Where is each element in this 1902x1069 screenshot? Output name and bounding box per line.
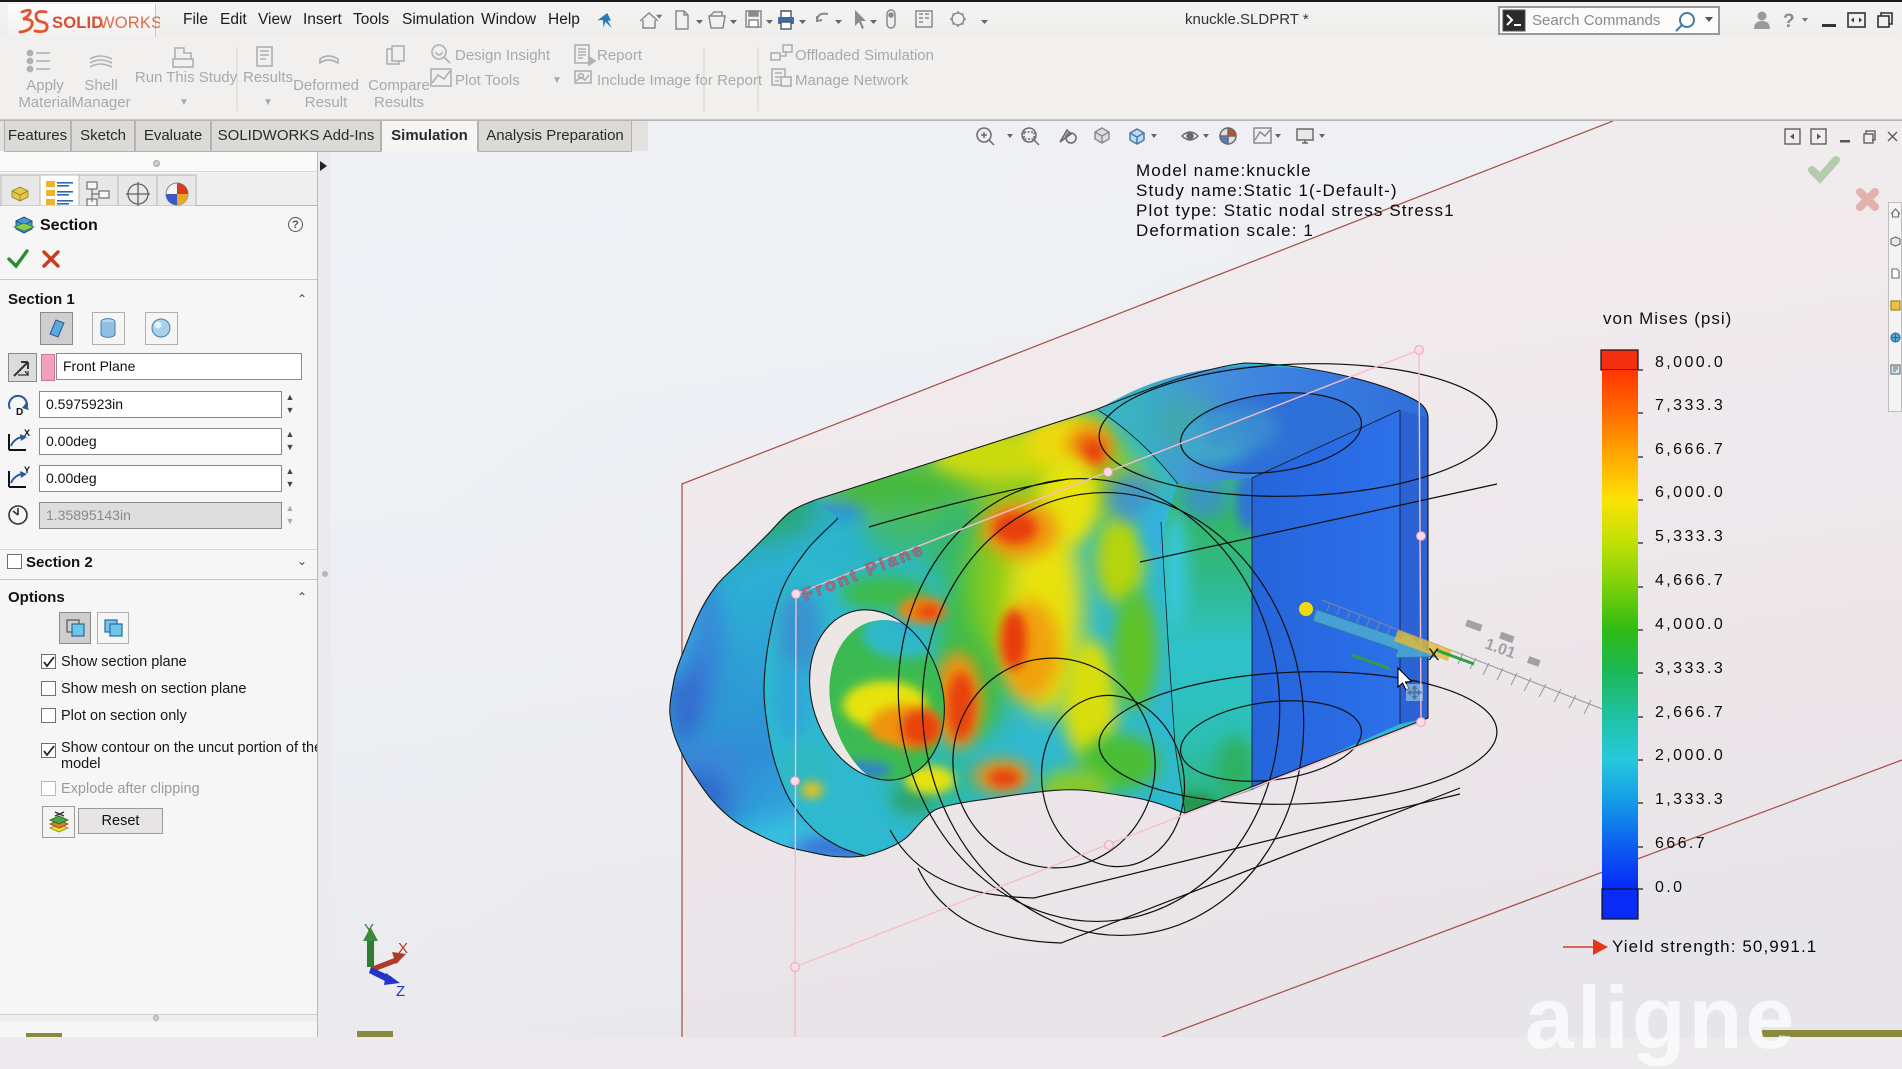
svg-text:Y: Y [24,465,30,475]
svg-text:WORKS: WORKS [99,14,160,32]
svg-text:X: X [1428,645,1439,664]
svg-text:Z: Z [396,983,405,1000]
svg-text:?: ? [1783,11,1795,32]
svg-text:SOLID: SOLID [52,14,103,32]
svg-text:X: X [24,428,30,438]
svg-text:X: X [398,940,408,957]
svg-text:D: D [16,407,23,417]
